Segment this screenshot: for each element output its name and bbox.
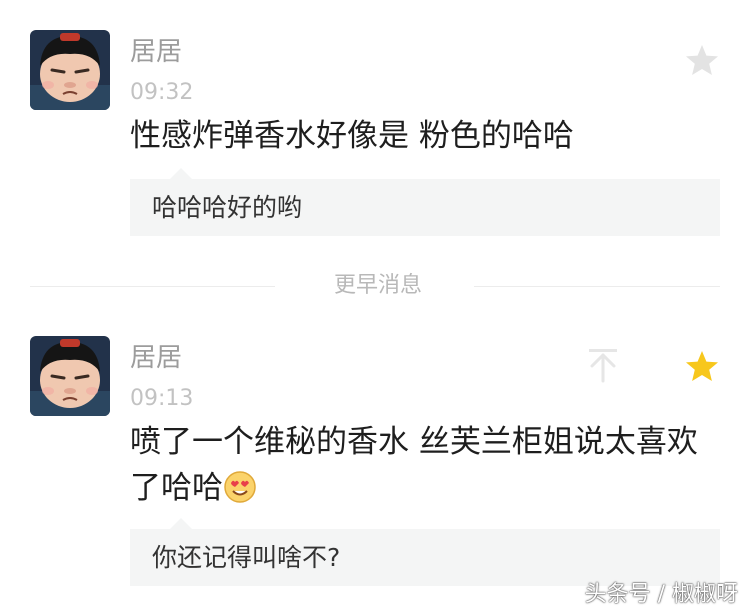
message-text: 喷了一个维秘的香水 丝芙兰柜姐说太喜欢 了哈哈	[130, 419, 730, 511]
reply-caret	[170, 168, 192, 179]
pin-to-top-icon[interactable]	[588, 347, 618, 383]
star-filled-icon[interactable]	[684, 349, 720, 385]
message-text: 性感炸弹香水好像是 粉色的哈哈	[130, 118, 574, 154]
username[interactable]: 居居	[130, 37, 182, 67]
avatar[interactable]	[30, 336, 110, 416]
divider-line-left	[30, 286, 275, 287]
star-icon[interactable]	[684, 43, 720, 79]
avatar[interactable]	[30, 30, 110, 110]
watermark: 头条号 / 椒椒呀	[584, 582, 738, 607]
message-text-line: 喷了一个维秘的香水 丝芙兰柜姐说太喜欢	[130, 424, 698, 460]
message-page: 居居 09:32 性感炸弹香水好像是 粉色的哈哈 哈哈哈好的哟 更早消息 居居 …	[0, 0, 750, 614]
username[interactable]: 居居	[130, 343, 182, 373]
timestamp: 09:32	[130, 80, 194, 105]
message-text-line: 了哈哈	[130, 465, 730, 511]
reply-caret	[170, 518, 192, 529]
reply-box[interactable]: 哈哈哈好的哟	[130, 179, 720, 236]
divider-line-right	[474, 286, 720, 287]
heart-eyes-emoji-icon	[224, 471, 256, 503]
timestamp: 09:13	[130, 386, 194, 411]
message-text-fragment: 了哈哈	[130, 470, 223, 506]
divider-label: 更早消息	[333, 273, 422, 298]
